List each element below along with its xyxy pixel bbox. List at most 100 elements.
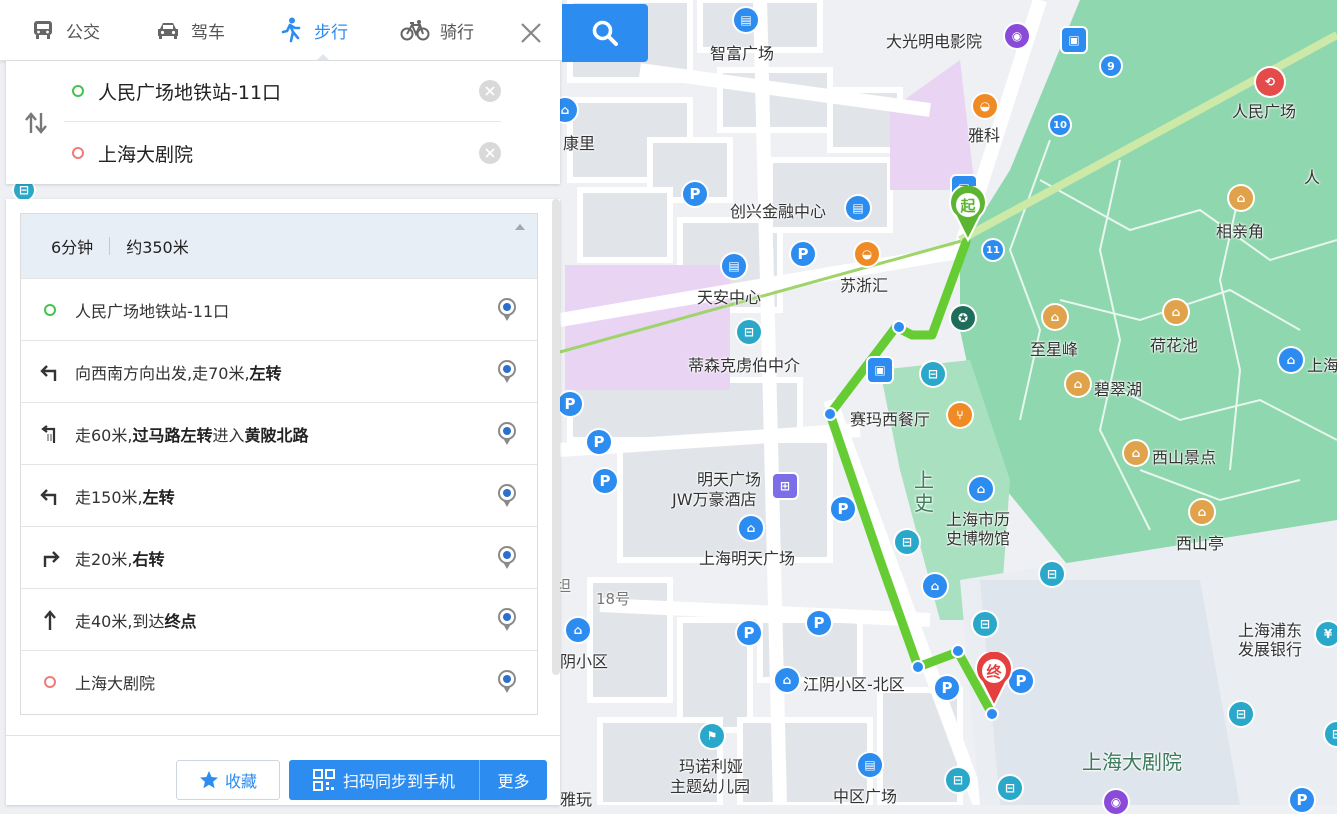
entrance-icon[interactable]: ⊟ (946, 768, 970, 792)
building-poi-icon[interactable]: ▤ (734, 8, 758, 32)
map-label-grand-theatre[interactable]: 上海大剧院 (1082, 746, 1182, 775)
entrance-icon[interactable]: ⊟ (895, 530, 919, 554)
map-label-yawan[interactable]: 雅玩 (560, 786, 592, 810)
scenic-poi-icon[interactable]: ⌂ (1164, 300, 1188, 324)
theatre-poi-icon[interactable]: ◉ (1104, 790, 1128, 814)
school-poi-icon[interactable]: ⚑ (700, 724, 724, 748)
map-label-cinema[interactable]: 大光明电影院 (886, 28, 982, 52)
map-label-kangli[interactable]: 康里 (563, 130, 595, 154)
map-label-shanghai-edge[interactable]: 上海 (1307, 352, 1337, 376)
map-label-xishanting[interactable]: 西山亭 (1176, 530, 1224, 554)
map-label-xiangqinjiao[interactable]: 相亲角 (1216, 218, 1264, 242)
parking-icon[interactable]: P (593, 469, 617, 493)
tab-bike[interactable]: 骑行 (400, 14, 474, 46)
metro-station-icon[interactable]: ⟲ (1256, 68, 1284, 96)
map-label-yinxiaoqu[interactable]: 阴小区 (560, 648, 608, 672)
scenic-poi-icon[interactable]: ⌂ (1229, 186, 1253, 210)
scrollbar[interactable] (552, 199, 560, 675)
scenic-poi-icon[interactable]: ⌂ (1043, 305, 1067, 329)
parking-icon[interactable]: P (935, 676, 959, 700)
bank-poi-icon[interactable]: ¥ (1316, 622, 1337, 646)
map-label-jiangyin[interactable]: 江阴小区-北区 (803, 671, 905, 695)
locate-pin-icon[interactable] (495, 606, 519, 634)
bus-stop-icon[interactable]: ▣ (1062, 28, 1086, 52)
restaurant-poi-icon[interactable]: ⑂ (948, 403, 972, 427)
scenic-poi-icon[interactable]: ⌂ (1066, 372, 1090, 396)
building-poi-icon[interactable]: ⌂ (775, 668, 799, 692)
step-3[interactable]: 走150米,左转 (21, 464, 537, 526)
entrance-icon[interactable]: ⊟ (1229, 702, 1253, 726)
entrance-icon[interactable]: ⊟ (998, 776, 1022, 800)
cafe-poi-icon[interactable]: ✪ (951, 306, 975, 330)
building-poi-icon[interactable]: ⌂ (739, 516, 763, 540)
step-end[interactable]: 上海大剧院 (21, 650, 537, 712)
map-label-yake[interactable]: 雅科 (968, 122, 1000, 146)
cinema-poi-icon[interactable]: ◉ (1005, 24, 1029, 48)
tab-walk[interactable]: 步行 (278, 14, 348, 46)
museum-poi-icon[interactable]: ⌂ (969, 477, 993, 501)
parking-icon[interactable]: P (587, 430, 611, 454)
building-poi-icon[interactable]: ⌂ (566, 618, 590, 642)
parking-icon[interactable]: P (558, 392, 582, 416)
building-poi-icon[interactable]: ▤ (858, 753, 882, 777)
swap-direction-button[interactable] (22, 109, 50, 137)
building-poi-icon[interactable]: ⌂ (1279, 348, 1303, 372)
map-label-jw[interactable]: JW万豪酒店 (672, 486, 757, 510)
map-label-xishan[interactable]: 西山景点 (1152, 444, 1216, 468)
start-field[interactable]: 人民广场地铁站-11口 (64, 61, 501, 122)
parking-icon[interactable]: P (683, 182, 707, 206)
parking-icon[interactable]: P (1290, 788, 1314, 812)
map-label-shmingtian[interactable]: 上海明天广场 (699, 545, 795, 569)
locate-pin-icon[interactable] (495, 358, 519, 386)
map-label-bicuihu[interactable]: 碧翠湖 (1094, 376, 1142, 400)
step-4[interactable]: 走20米,右转 (21, 526, 537, 588)
locate-pin-icon[interactable] (495, 482, 519, 510)
map-label-tianan[interactable]: 天安中心 (697, 284, 761, 308)
collapse-caret-icon[interactable] (515, 224, 525, 230)
map-label-hehuachi[interactable]: 荷花池 (1150, 332, 1198, 356)
route-summary[interactable]: 6分钟 约350米 (21, 214, 537, 278)
entrance-icon[interactable]: ⊟ (921, 362, 945, 386)
building-poi-icon[interactable]: ▤ (846, 196, 870, 220)
map-label-saima[interactable]: 赛玛西餐厅 (850, 406, 930, 430)
map-label-museum-2[interactable]: 史博物馆 (946, 525, 1010, 549)
step-1[interactable]: 向西南方向出发,走70米,左转 (21, 340, 537, 402)
hotel-poi-icon[interactable]: ⊞ (773, 474, 797, 498)
end-field[interactable]: 上海大剧院 (64, 123, 501, 183)
close-button[interactable] (512, 16, 550, 50)
tab-car[interactable]: 驾车 (155, 14, 225, 46)
locate-pin-icon[interactable] (495, 668, 519, 696)
metro-exit-icon[interactable]: ⊟ (737, 320, 761, 344)
locate-pin-icon[interactable] (495, 296, 519, 324)
more-button[interactable]: 更多 (479, 760, 547, 800)
step-5[interactable]: 走40米,到达终点 (21, 588, 537, 650)
parking-icon[interactable]: P (737, 621, 761, 645)
bus-stop-icon[interactable]: ▣ (868, 358, 892, 382)
map-label-chuangxing[interactable]: 创兴金融中心 (730, 198, 826, 222)
favorite-button[interactable]: 收藏 (176, 760, 280, 800)
entrance-icon[interactable]: ⊟ (973, 612, 997, 636)
map-label-suzhehui[interactable]: 苏浙汇 (840, 272, 888, 296)
restaurant-poi-icon[interactable]: ◒ (855, 242, 879, 266)
scenic-poi-icon[interactable]: ⌂ (1190, 500, 1214, 524)
end-input[interactable]: 上海大剧院 (98, 140, 479, 167)
locate-pin-icon[interactable] (495, 420, 519, 448)
map-label-zhifu[interactable]: 智富广场 (710, 40, 774, 64)
map-label-zhongqu[interactable]: 中区广场 (833, 783, 897, 807)
entrance-icon[interactable]: ⊟ (1040, 562, 1064, 586)
building-poi-icon[interactable]: ⌂ (923, 574, 947, 598)
restaurant-poi-icon[interactable]: ◒ (973, 94, 997, 118)
tab-bus[interactable]: 公交 (30, 14, 100, 46)
step-2[interactable]: 走60米,过马路左转进入黄陂北路 (21, 402, 537, 464)
start-input[interactable]: 人民广场地铁站-11口 (98, 78, 479, 105)
map-label-pudong-2[interactable]: 发展银行 (1238, 636, 1302, 660)
map-label-kindergarten[interactable]: 主题幼儿园 (670, 773, 750, 797)
parking-icon[interactable]: P (831, 497, 855, 521)
parking-icon[interactable]: P (807, 611, 831, 635)
parking-icon[interactable]: P (791, 242, 815, 266)
map-label-ren-edge[interactable]: 人 (1304, 164, 1320, 188)
map-label-zhixingfeng[interactable]: 至星峰 (1030, 336, 1078, 360)
sync-to-phone-button[interactable]: 扫码同步到手机 (289, 760, 479, 800)
search-button[interactable] (562, 4, 648, 62)
building-poi-icon[interactable]: ▤ (722, 254, 746, 278)
